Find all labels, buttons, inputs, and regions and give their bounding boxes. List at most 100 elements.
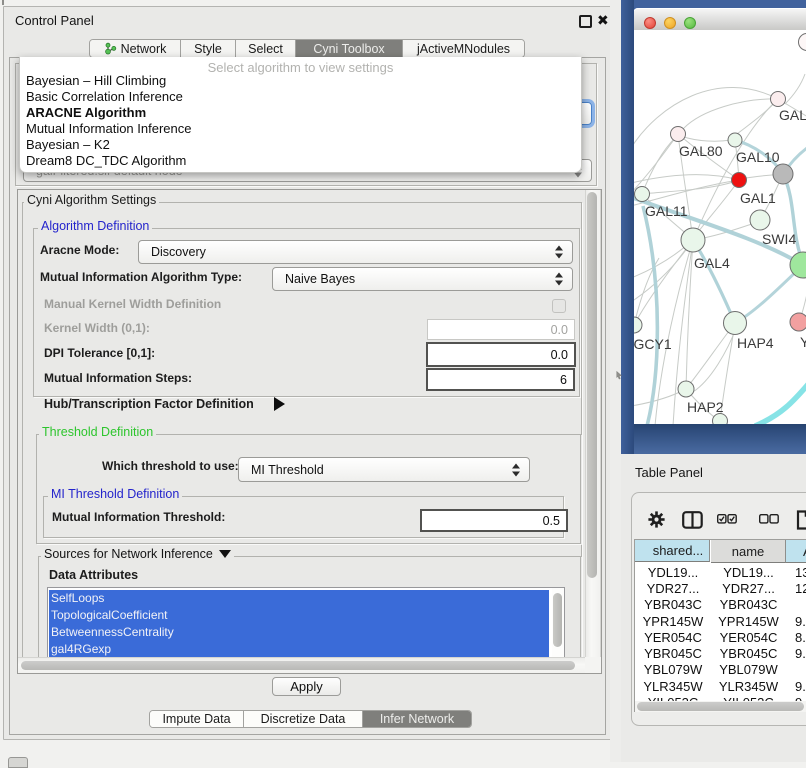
settings-vertical-scrollbar[interactable]	[585, 190, 601, 657]
combo-arrows-icon	[512, 463, 521, 476]
network-edge[interactable]	[633, 88, 778, 148]
network-node-label: GAL11	[645, 203, 688, 219]
select-all-checkboxes-icon[interactable]	[717, 514, 737, 524]
attribute-list-item[interactable]: TopologicalCoefficient	[49, 607, 549, 624]
network-edge[interactable]	[643, 206, 657, 424]
mi-threshold-field[interactable]: 0.5	[420, 509, 568, 532]
network-edge[interactable]	[693, 240, 735, 323]
network-node[interactable]	[750, 210, 770, 230]
kernel-width-field[interactable]: 0.0	[427, 319, 575, 340]
tab-impute-data[interactable]: Impute Data	[150, 711, 244, 727]
network-node[interactable]	[635, 187, 650, 202]
attribute-list-item[interactable]: SelfLoops	[49, 590, 549, 607]
panel-divider-gutter[interactable]	[610, 0, 621, 762]
network-node-label: GAL7	[779, 107, 806, 123]
table-row[interactable]: YLR345WYLR345W9.	[635, 678, 806, 694]
network-window-titlebar[interactable]	[633, 8, 806, 31]
table-row[interactable]: YDL19...YDL19...13	[635, 564, 806, 580]
network-node[interactable]	[681, 228, 705, 252]
network-node[interactable]	[724, 312, 747, 335]
attribute-list-item[interactable]: BetweennessCentrality	[49, 624, 549, 641]
network-view-window: GAL7GAL80GAL10GAL1GAL11SWI4GAL4GCY1HAP4Y…	[633, 8, 806, 427]
settings-horizontal-scrollbar[interactable]	[18, 657, 585, 674]
dropdown-item[interactable]: Dream8 DC_TDC Algorithm	[26, 153, 566, 169]
column-header-shared-name[interactable]: shared...	[635, 540, 710, 562]
mouse-cursor	[616, 371, 623, 380]
column-header-third[interactable]: A	[786, 540, 806, 563]
list-scrollbar-thumb[interactable]	[553, 593, 562, 647]
node-table[interactable]: shared... name A YDL19...YDL19...13YDR27…	[634, 539, 806, 712]
network-canvas[interactable]: GAL7GAL80GAL10GAL1GAL11SWI4GAL4GCY1HAP4Y…	[633, 30, 806, 424]
table-row[interactable]: YPR145WYPR145W9.	[635, 613, 806, 629]
settings-hscrollbar-thumb[interactable]	[21, 661, 575, 670]
mi-type-combobox[interactable]: Naive Bayes	[272, 267, 573, 291]
network-node[interactable]	[771, 92, 786, 107]
manual-kernel-checkbox[interactable]	[552, 299, 566, 313]
close-traffic-light-icon[interactable]	[644, 17, 656, 29]
table-row[interactable]: YDR27...YDR27...12	[635, 580, 806, 596]
hub-definition-toggle[interactable]: Hub/Transcription Factor Definition	[44, 397, 285, 411]
aracne-mode-combobox[interactable]: Discovery	[138, 240, 573, 264]
network-edge[interactable]	[783, 174, 803, 262]
collapsed-arrow-icon	[274, 397, 285, 411]
table-row[interactable]: YBR045CYBR045C9.	[635, 646, 806, 662]
collapsed-panel-button[interactable]	[8, 757, 28, 768]
table-cell: YLR345W	[635, 678, 711, 694]
sources-title-row[interactable]: Sources for Network Inference	[41, 547, 234, 561]
network-node[interactable]	[713, 414, 728, 425]
apply-button[interactable]: Apply	[272, 677, 341, 696]
network-edge[interactable]	[755, 382, 806, 424]
network-edge[interactable]	[642, 138, 675, 194]
dropdown-item[interactable]: Mutual Information Inference	[26, 121, 566, 137]
dropdown-item[interactable]: Bayesian – K2	[26, 137, 566, 153]
network-edge[interactable]	[642, 180, 739, 194]
network-node[interactable]	[671, 127, 686, 142]
network-edge[interactable]	[633, 134, 678, 193]
network-node[interactable]	[678, 381, 694, 397]
mi-steps-field[interactable]: 6	[426, 368, 575, 391]
minimize-traffic-light-icon[interactable]	[664, 17, 676, 29]
network-node[interactable]	[732, 173, 747, 188]
dpi-tolerance-field[interactable]: 0.0	[426, 342, 576, 367]
table-hscrollbar-thumb[interactable]	[637, 702, 804, 711]
tab-select[interactable]: Select	[236, 40, 296, 57]
network-node[interactable]	[773, 164, 793, 184]
network-node[interactable]	[728, 133, 742, 147]
control-panel-titlebar[interactable]: Control Panel ✖	[4, 7, 611, 33]
cyni-bottom-tabbar: Impute Data Discretize Data Infer Networ…	[149, 710, 472, 728]
table-horizontal-scrollbar[interactable]	[635, 701, 806, 712]
dropdown-item[interactable]: ARACNE Algorithm	[26, 105, 566, 121]
table-cell	[786, 662, 806, 678]
table-row[interactable]: YBL079WYBL079W	[635, 662, 806, 678]
attribute-list-item[interactable]: gal4RGexp	[49, 641, 549, 658]
tab-discretize-data[interactable]: Discretize Data	[244, 711, 363, 727]
network-edge[interactable]	[681, 136, 731, 141]
network-node[interactable]	[633, 317, 642, 333]
tab-jactivemnodules[interactable]: jActiveMNodules	[403, 40, 524, 57]
network-node[interactable]	[790, 313, 806, 331]
dropdown-item[interactable]: Basic Correlation Inference	[26, 89, 566, 105]
tab-network[interactable]: Network	[90, 40, 181, 57]
data-attributes-label: Data Attributes	[49, 568, 138, 582]
unselect-all-checkboxes-icon[interactable]	[759, 514, 779, 524]
dropdown-item[interactable]: Bayesian – Hill Climbing	[26, 73, 566, 89]
network-node[interactable]	[799, 34, 806, 51]
float-window-icon[interactable]	[579, 15, 592, 28]
columns-icon[interactable]	[682, 511, 703, 529]
gear-icon[interactable]	[648, 511, 665, 528]
scrollbar-corner	[585, 657, 601, 673]
network-edge[interactable]	[693, 326, 737, 392]
network-edge[interactable]	[737, 99, 778, 134]
close-icon[interactable]: ✖	[597, 12, 609, 29]
settings-vscrollbar-thumb[interactable]	[587, 192, 597, 578]
table-row[interactable]: YBR043CYBR043C	[635, 597, 806, 613]
which-threshold-combobox[interactable]: MI Threshold	[238, 457, 530, 482]
tab-style[interactable]: Style	[181, 40, 236, 57]
table-row[interactable]: YER054CYER054C8.	[635, 629, 806, 645]
network-edge[interactable]	[785, 74, 805, 104]
tab-infer-network[interactable]: Infer Network	[363, 711, 471, 727]
file-icon[interactable]	[796, 510, 806, 530]
tab-cyni-toolbox[interactable]: Cyni Toolbox	[296, 40, 403, 57]
zoom-traffic-light-icon[interactable]	[684, 17, 696, 29]
column-header-name[interactable]: name	[711, 540, 786, 563]
